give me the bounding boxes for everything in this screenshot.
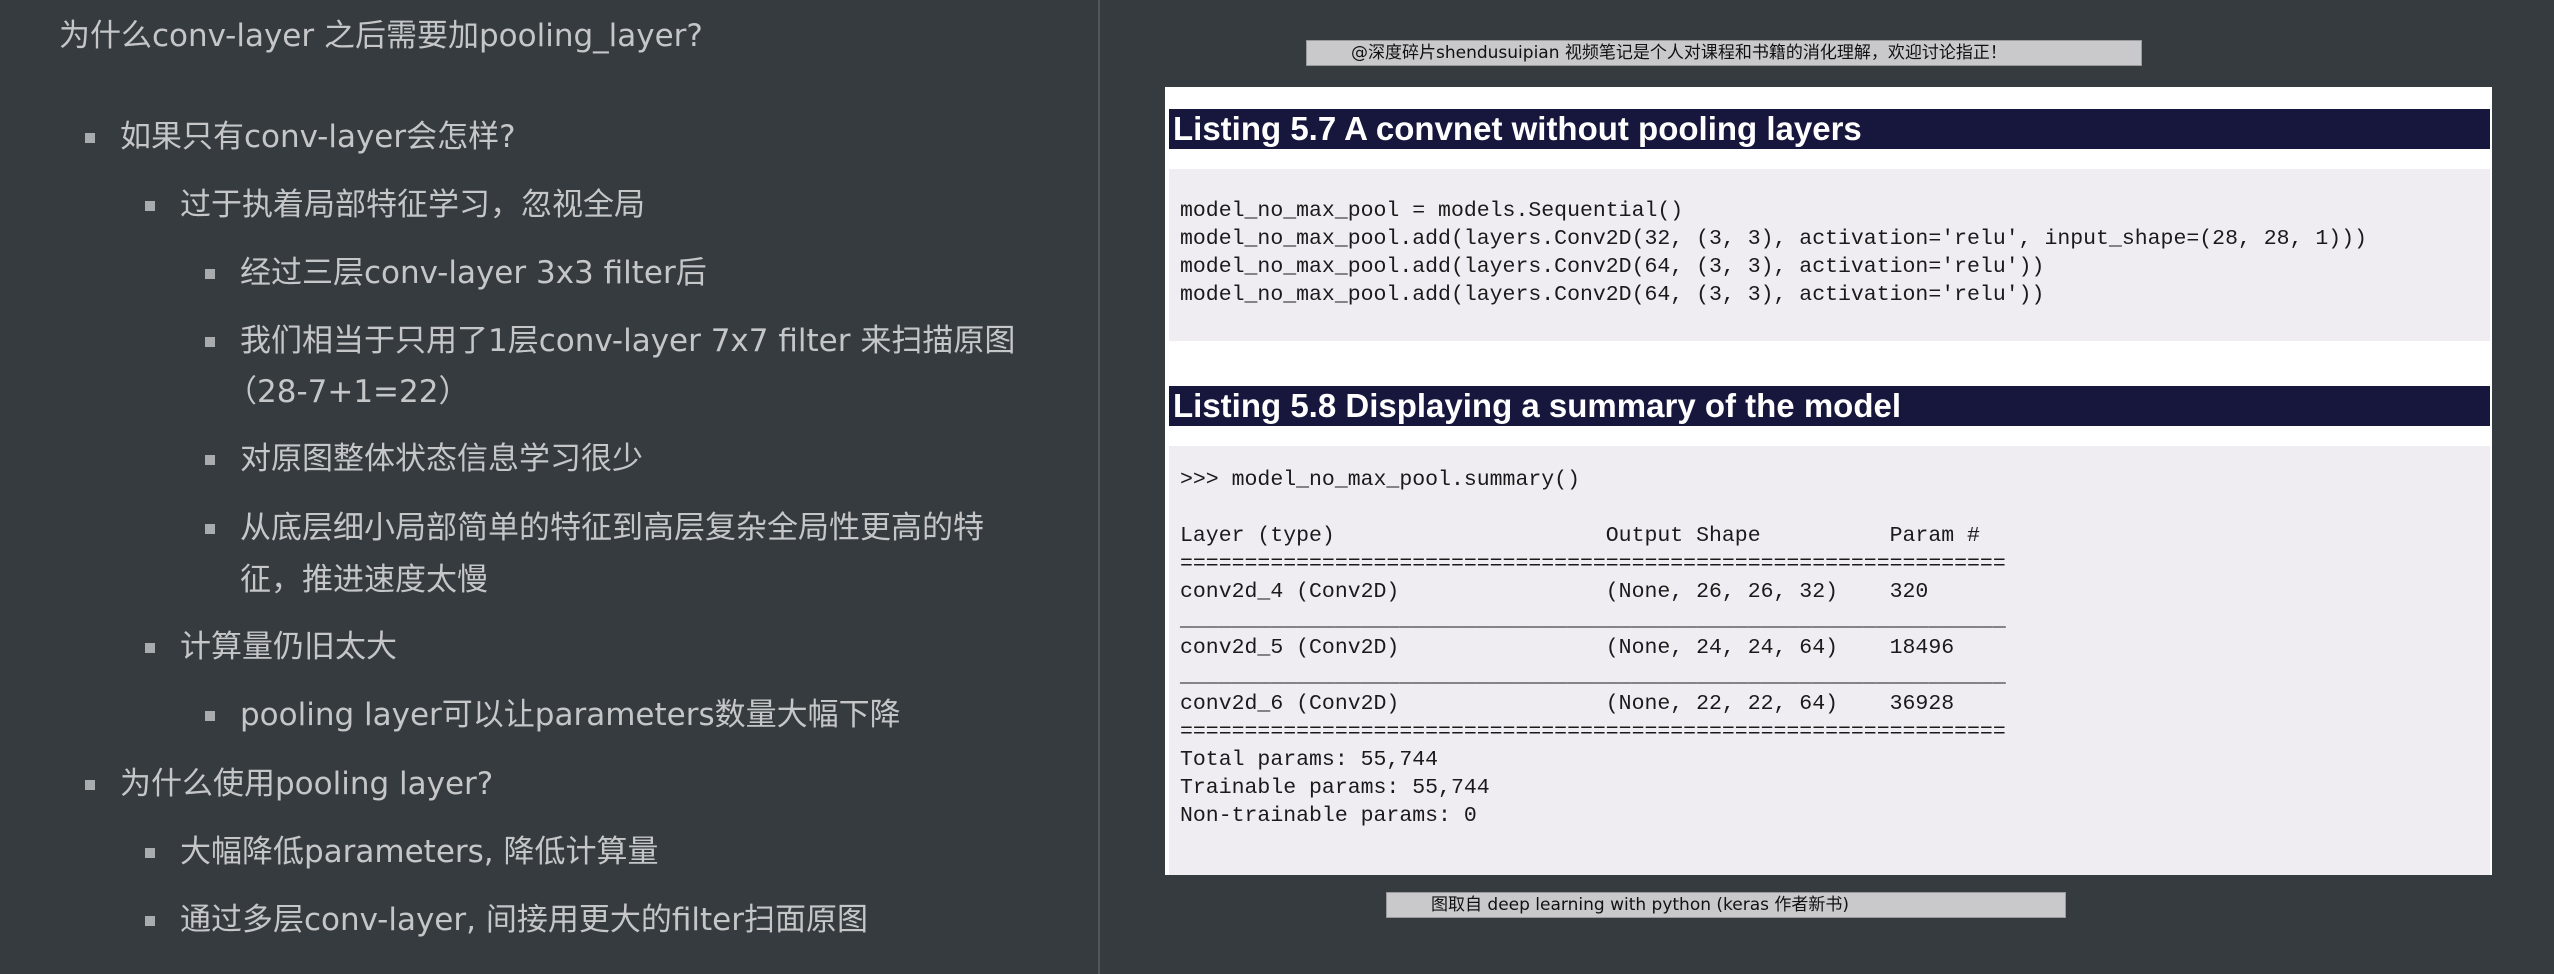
bullet-icon [205, 269, 215, 279]
outline-item-text: 征，推进速度太慢 [240, 562, 488, 598]
code-line: model_no_max_pool.add(layers.Conv2D(32, … [1180, 227, 2367, 251]
listing-58-title: Listing 5.8 Displaying a summary of the … [1169, 386, 2490, 426]
outline-item-text: 大幅降低parameters, 降低计算量 [180, 834, 659, 870]
book-excerpt-image: Listing 5.7 A convnet without pooling la… [1165, 87, 2492, 875]
outline-item[interactable]: 我们相当于只用了1层conv-layer 7x7 filter 来扫描原图 [205, 316, 1016, 367]
code-line: ========================================… [1180, 720, 2006, 744]
code-line: conv2d_6 (Conv2D) (None, 22, 22, 64) 369… [1180, 692, 1955, 716]
bullet-icon [85, 780, 95, 790]
outline-item-text: 对原图整体状态信息学习很少 [240, 441, 643, 477]
outline-item[interactable]: 通过多层conv-layer, 间接用更大的filter扫面原图 [145, 895, 868, 946]
outline-item-text: 经过三层conv-layer 3x3 filter后 [240, 255, 707, 291]
outline-item-text: 计算量仍旧太大 [180, 629, 397, 665]
notes-panel: 为什么conv-layer 之后需要加pooling_layer? 如果只有co… [0, 0, 1098, 974]
bullet-icon [145, 916, 155, 926]
bullet-icon [85, 133, 95, 143]
watermark-text: @深度碎片shendusuipian 视频笔记是个人对课程和书籍的消化理解，欢迎… [1351, 43, 2007, 63]
code-line: >>> model_no_max_pool.summary() [1180, 468, 1580, 492]
listing-58-code: >>> model_no_max_pool.summary() Layer (t… [1169, 446, 2490, 875]
code-line: model_no_max_pool.add(layers.Conv2D(64, … [1180, 283, 2045, 307]
outline-item[interactable]: 计算量仍旧太大 [145, 622, 397, 673]
outline-item-text: 我们相当于只用了1层conv-layer 7x7 filter 来扫描原图 [240, 323, 1016, 359]
outline-item-text: pooling layer可以让parameters数量大幅下降 [240, 697, 901, 733]
code-line: ________________________________________… [1180, 608, 2006, 632]
outline-item[interactable]: 大幅降低parameters, 降低计算量 [145, 827, 659, 878]
bullet-icon [205, 711, 215, 721]
outline-item-continuation: （28-7+1=22） [226, 367, 469, 418]
outline-item-text: 如果只有conv-layer会怎样? [120, 119, 516, 155]
outline-item-text: 过于执着局部特征学习，忽视全局 [180, 187, 645, 223]
bullet-icon [145, 643, 155, 653]
watermark-banner: @深度碎片shendusuipian 视频笔记是个人对课程和书籍的消化理解，欢迎… [1306, 40, 2142, 66]
code-line: ========================================… [1180, 552, 2006, 576]
outline-item-text: 通过多层conv-layer, 间接用更大的filter扫面原图 [180, 902, 868, 938]
notes-title: 为什么conv-layer 之后需要加pooling_layer? [59, 18, 703, 54]
outline-item[interactable]: 从底层细小局部简单的特征到高层复杂全局性更高的特 [205, 503, 984, 554]
listing-57-title: Listing 5.7 A convnet without pooling la… [1169, 109, 2490, 149]
bullet-icon [205, 337, 215, 347]
outline-item-text: 为什么使用pooling layer? [120, 766, 494, 802]
outline-item-text: 从底层细小局部简单的特征到高层复杂全局性更高的特 [240, 510, 984, 546]
outline-item-text: （28-7+1=22） [226, 374, 470, 410]
outline-item[interactable]: 过于执着局部特征学习，忽视全局 [145, 180, 645, 231]
image-panel: @深度碎片shendusuipian 视频笔记是个人对课程和书籍的消化理解，欢迎… [1100, 0, 2554, 974]
code-line: Total params: 55,744 [1180, 748, 1439, 772]
image-caption-banner: 图取自 deep learning with python (keras 作者新… [1386, 892, 2066, 918]
code-line: Layer (type) Output Shape Param # [1180, 524, 1980, 548]
outline-item[interactable]: pooling layer可以让parameters数量大幅下降 [205, 690, 901, 741]
bullet-icon [145, 201, 155, 211]
code-line: Trainable params: 55,744 [1180, 776, 1490, 800]
code-line: Non-trainable params: 0 [1180, 804, 1477, 828]
code-line: model_no_max_pool.add(layers.Conv2D(64, … [1180, 255, 2045, 279]
code-line: conv2d_4 (Conv2D) (None, 26, 26, 32) 320 [1180, 580, 1929, 604]
outline-item-continuation: 征，推进速度太慢 [240, 555, 488, 606]
outline-item[interactable]: 为什么使用pooling layer? [85, 759, 494, 810]
listing-57-code: model_no_max_pool = models.Sequential() … [1169, 169, 2490, 341]
code-line: model_no_max_pool = models.Sequential() [1180, 199, 1684, 223]
code-line: ________________________________________… [1180, 664, 2006, 688]
outline-item[interactable]: 经过三层conv-layer 3x3 filter后 [205, 248, 707, 299]
bullet-icon [205, 455, 215, 465]
outline-item[interactable]: 对原图整体状态信息学习很少 [205, 434, 643, 485]
code-line: conv2d_5 (Conv2D) (None, 24, 24, 64) 184… [1180, 636, 1955, 660]
bullet-icon [205, 524, 215, 534]
outline-item[interactable]: 如果只有conv-layer会怎样? [85, 112, 516, 163]
caption-text: 图取自 deep learning with python (keras 作者新… [1431, 895, 1850, 915]
bullet-icon [145, 848, 155, 858]
